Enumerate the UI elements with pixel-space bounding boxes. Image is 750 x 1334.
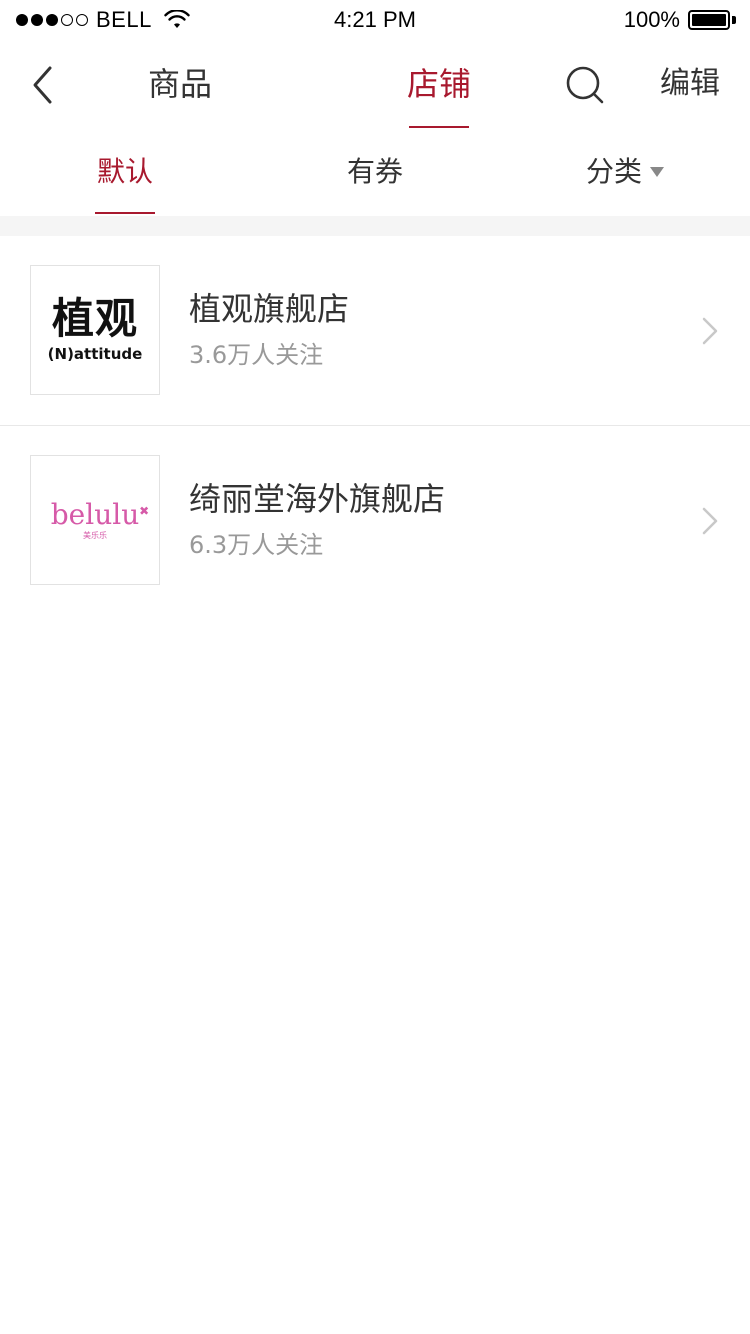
logo-text: belulu	[50, 497, 140, 531]
filter-coupon[interactable]: 有券	[325, 130, 425, 214]
status-right: 100%	[624, 7, 736, 33]
back-button[interactable]	[22, 62, 62, 108]
battery-icon	[688, 10, 736, 30]
star-icon: ✖	[139, 503, 150, 518]
nav-bar: 商品 店铺 编辑	[0, 40, 750, 130]
status-bar: BELL 4:21 PM 100%	[0, 0, 750, 40]
store-logo: 植观 (N)attitude	[30, 265, 160, 395]
search-icon	[566, 66, 604, 104]
tab-store[interactable]: 店铺	[389, 40, 489, 128]
logo-subtext: 美乐乐	[83, 530, 107, 540]
store-name: 植观旗舰店	[189, 290, 350, 328]
tab-active-indicator	[409, 126, 469, 128]
store-name: 绮丽堂海外旗舰店	[189, 480, 446, 518]
store-list: 植观 (N)attitude 植观旗舰店 3.6万人关注 belulu ✖ 美乐乐…	[0, 236, 750, 616]
store-logo: belulu ✖ 美乐乐	[30, 455, 160, 585]
filter-category[interactable]: 分类	[570, 130, 680, 214]
store-item[interactable]: belulu ✖ 美乐乐 绮丽堂海外旗舰店 6.3万人关注	[0, 426, 750, 616]
dropdown-arrow-icon	[650, 167, 664, 177]
chevron-right-icon	[702, 317, 718, 345]
filter-default[interactable]: 默认	[75, 130, 175, 214]
tab-goods[interactable]: 商品	[130, 40, 230, 128]
filter-bar: 默认 有券 分类	[0, 130, 750, 216]
filter-category-label: 分类	[585, 155, 642, 188]
filter-active-indicator	[95, 212, 155, 214]
logo-subtext: (N)attitude	[47, 345, 143, 363]
chevron-right-icon	[702, 507, 718, 535]
chevron-left-icon	[33, 66, 52, 104]
store-followers: 3.6万人关注	[189, 341, 324, 369]
edit-button[interactable]: 编辑	[650, 40, 730, 128]
search-button[interactable]	[562, 62, 608, 108]
store-item[interactable]: 植观 (N)attitude 植观旗舰店 3.6万人关注	[0, 236, 750, 426]
logo-text: 植观	[51, 294, 138, 343]
battery-percentage: 100%	[623, 7, 680, 32]
section-divider	[0, 216, 750, 236]
screen: BELL 4:21 PM 100% 商品 店铺 编辑 默认 有券 分类 植观 (…	[0, 0, 750, 1334]
store-followers: 6.3万人关注	[189, 531, 324, 559]
